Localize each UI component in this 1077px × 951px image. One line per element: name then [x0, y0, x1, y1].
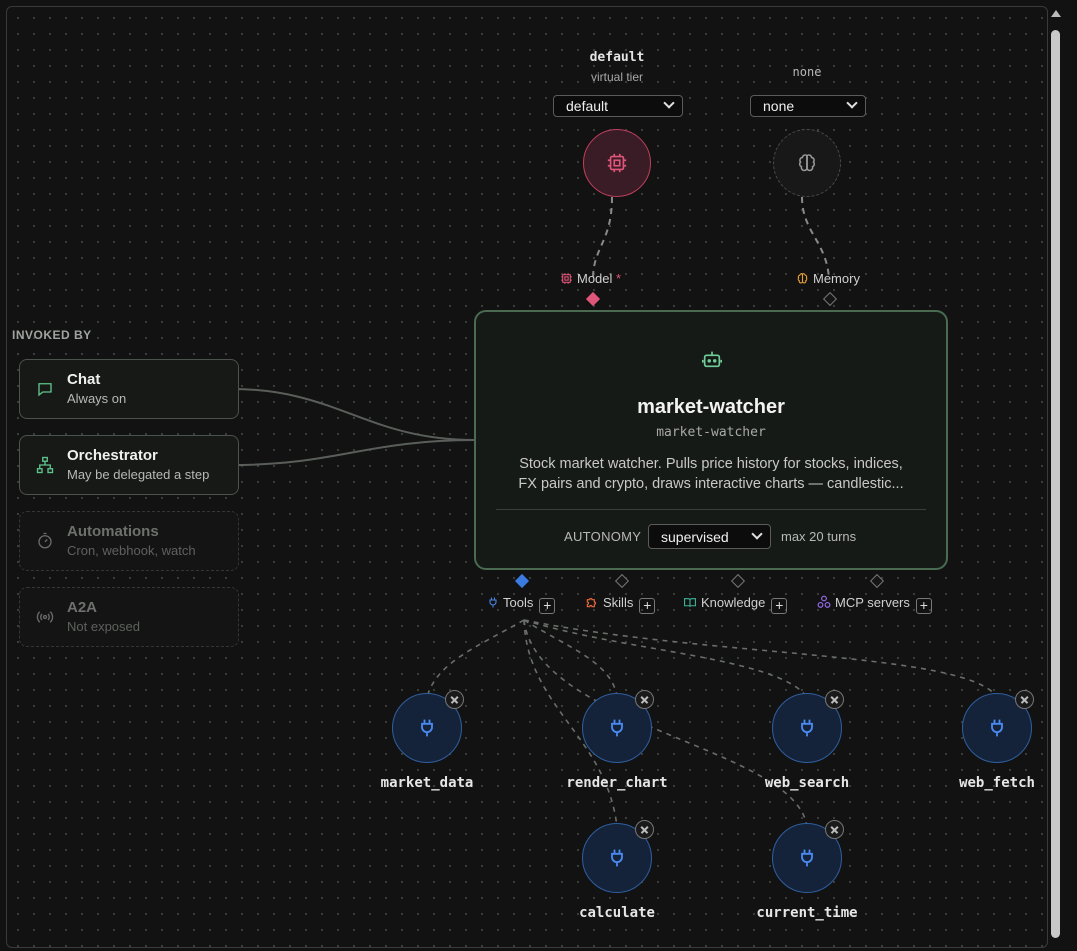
plug-icon — [611, 849, 623, 867]
invoker-automations[interactable]: Automations Cron, webhook, watch — [19, 511, 239, 571]
invoked-by-heading: INVOKED BY — [12, 328, 92, 342]
cpu-icon — [607, 153, 627, 173]
memory-port-label: Memory — [796, 271, 860, 286]
plug-icon — [801, 719, 813, 737]
brain-icon — [797, 273, 808, 284]
invoker-subtitle: May be delegated a step — [67, 467, 210, 482]
chevron-down-icon — [846, 97, 858, 109]
invoker-subtitle: Cron, webhook, watch — [67, 543, 196, 558]
memory-node[interactable] — [773, 129, 841, 197]
knowledge-port-label: Knowledge + — [683, 595, 788, 614]
cpu-icon — [561, 273, 572, 284]
required-mark: * — [616, 271, 622, 286]
scrollbar[interactable] — [1048, 8, 1064, 945]
divider — [496, 509, 926, 510]
book-icon — [684, 598, 696, 607]
tool-label: web_fetch — [959, 775, 1035, 791]
scroll-up-arrow[interactable] — [1051, 10, 1061, 17]
wire-chat — [231, 388, 476, 441]
wire-memory — [801, 196, 830, 280]
autonomy-label: AUTONOMY — [564, 529, 642, 544]
wire-orchestrator — [231, 439, 476, 466]
chevron-down-icon — [663, 97, 675, 109]
plug-icon — [421, 719, 433, 737]
invoker-title: Chat — [67, 371, 101, 388]
tool-label: web_search — [764, 775, 850, 791]
tools-port-label: Tools + — [487, 595, 556, 614]
model-port-text: Model — [577, 271, 613, 286]
tool-label: market_data — [380, 775, 474, 791]
knowledge-port-text: Knowledge — [701, 595, 766, 610]
wire-tool-market-data — [426, 619, 525, 698]
plug-icon — [489, 597, 497, 608]
plug-icon — [991, 719, 1003, 737]
model-node[interactable] — [583, 129, 651, 197]
remove-tool-button[interactable] — [635, 820, 654, 839]
tools-port-text: Tools — [503, 595, 534, 610]
autonomy-select-value: supervised — [661, 529, 729, 545]
skills-port-text: Skills — [603, 595, 634, 610]
agent-slug: market-watcher — [656, 425, 766, 440]
agent-description-line1: Stock market watcher. Pulls price histor… — [519, 456, 903, 472]
model-tier-select[interactable]: default — [553, 95, 683, 117]
hierarchy-icon — [36, 456, 54, 474]
scroll-thumb[interactable] — [1051, 30, 1060, 938]
max-turns: max 20 turns — [781, 529, 857, 544]
remove-tool-button[interactable] — [635, 690, 654, 709]
memory-tier-title: none — [792, 65, 822, 79]
wire-tool-web-search — [523, 619, 808, 698]
chat-bubble-icon — [38, 383, 52, 397]
agent-node[interactable]: market-watcher market-watcher Stock mark… — [474, 310, 948, 570]
tool-label: calculate — [579, 905, 655, 921]
add-knowledge-button[interactable]: + — [771, 598, 788, 614]
mcp-port-text: MCP servers — [835, 595, 910, 610]
invoker-subtitle: Not exposed — [67, 619, 140, 634]
brain-icon — [798, 154, 816, 172]
broadcast-icon — [36, 611, 54, 623]
plug-icon — [611, 719, 623, 737]
model-port-label: Model * — [560, 271, 621, 286]
wire-tool-web-fetch — [523, 619, 998, 698]
model-tier-title: default — [589, 50, 645, 65]
tool-label: render_chart — [566, 775, 668, 791]
puzzle-icon — [586, 597, 597, 608]
agent-description-line2: FX pairs and crypto, draws interactive c… — [518, 476, 904, 492]
timer-icon — [38, 532, 52, 549]
remove-tool-button[interactable] — [825, 690, 844, 709]
invoker-chat[interactable]: Chat Always on — [19, 359, 239, 419]
invoker-title: Orchestrator — [67, 447, 158, 464]
mcp-port-label: MCP servers + — [817, 595, 932, 614]
invoker-title: A2A — [67, 599, 98, 616]
remove-tool-button[interactable] — [445, 690, 464, 709]
agent-name: market-watcher — [637, 396, 785, 418]
plug-icon — [801, 849, 813, 867]
invoker-title: Automations — [67, 523, 159, 540]
wire-model — [592, 196, 613, 280]
add-tool-button[interactable]: + — [539, 598, 556, 614]
cluster-icon — [817, 595, 831, 608]
model-tier-select-value: default — [566, 98, 609, 114]
model-tier-subtitle: virtual tier — [590, 70, 643, 84]
skills-port-label: Skills + — [585, 595, 656, 614]
chevron-down-icon — [751, 528, 763, 540]
invoker-orchestrator[interactable]: Orchestrator May be delegated a step — [19, 435, 239, 495]
invoker-subtitle: Always on — [67, 391, 127, 406]
tool-label: current_time — [756, 905, 858, 921]
add-skill-button[interactable]: + — [639, 598, 656, 614]
robot-icon — [702, 351, 722, 368]
autonomy-select[interactable]: supervised — [648, 524, 771, 549]
memory-tier-select-value: none — [763, 98, 795, 114]
memory-tier-select[interactable]: none — [750, 95, 866, 117]
invoker-a2a[interactable]: A2A Not exposed — [19, 587, 239, 647]
remove-tool-button[interactable] — [1015, 690, 1034, 709]
add-mcp-server-button[interactable]: + — [915, 598, 932, 614]
remove-tool-button[interactable] — [825, 820, 844, 839]
memory-port-text: Memory — [813, 271, 860, 286]
